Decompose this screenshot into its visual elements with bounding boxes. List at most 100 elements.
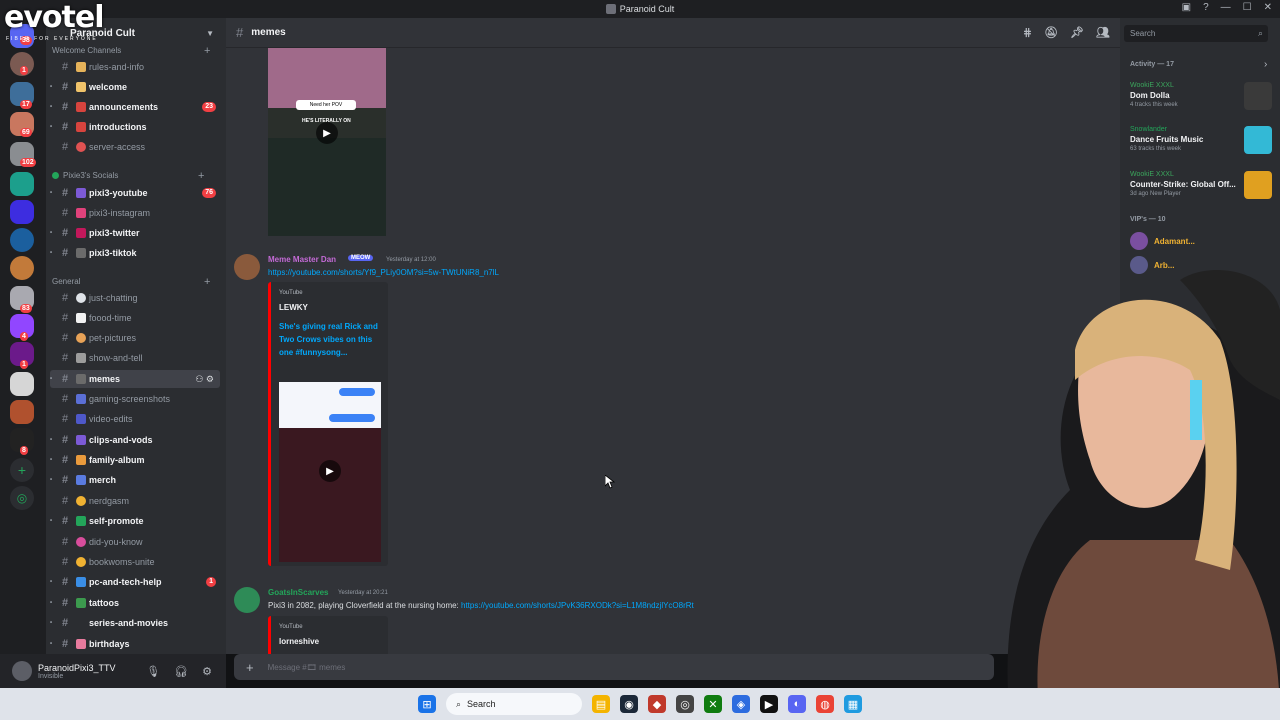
hash-icon: #	[61, 556, 69, 568]
gear-icon[interactable]: ⚙	[206, 374, 214, 384]
add-channel-icon[interactable]: +	[198, 170, 204, 182]
taskbar-search[interactable]: ⌕ Search	[446, 693, 582, 715]
gear-icon[interactable]: ⚙	[202, 665, 212, 678]
terminal-icon[interactable]: ▶	[760, 695, 778, 713]
windows-start-icon[interactable]: ⊞	[418, 695, 436, 713]
explore-icon[interactable]: ◎	[10, 486, 34, 510]
activity-card[interactable]: WookiE XXXL Dom Dolla 4 tracks this week	[1130, 82, 1272, 122]
notifications-icon[interactable]: 🔕︎	[1044, 26, 1058, 39]
video-thumbnail[interactable]: Need her POV HE'S LITERALLY ON ▶	[268, 48, 386, 236]
headphones-icon[interactable]: 🎧︎	[174, 665, 188, 678]
pin-icon[interactable]: 📌︎	[1070, 26, 1084, 39]
channel-name: video-edits	[89, 414, 133, 424]
channel-item[interactable]: • # birthdays	[50, 635, 220, 653]
server-icon[interactable]	[10, 200, 34, 224]
channel-item[interactable]: • # pc-and-tech-help 1	[50, 573, 220, 591]
hash-icon: #	[61, 352, 69, 364]
speech-emoji-icon	[76, 293, 86, 303]
embed-title[interactable]: LEWKY	[279, 303, 308, 312]
add-server-icon[interactable]: +	[10, 458, 34, 482]
avatar[interactable]	[234, 587, 260, 613]
file-explorer-icon[interactable]: ▤	[592, 695, 610, 713]
xbox-icon[interactable]: ✕	[704, 695, 722, 713]
user-status: Invisible	[38, 672, 64, 680]
server-icon[interactable]	[10, 256, 34, 280]
inbox-icon[interactable]: ▣	[1182, 2, 1191, 13]
message-author[interactable]: GoatsInScarves	[268, 588, 328, 597]
channel-item[interactable]: • # self-promote	[50, 512, 220, 530]
channel-item[interactable]: # server-access	[50, 138, 220, 156]
message-composer[interactable]: + Message #🎞 memes	[234, 654, 994, 680]
search-input[interactable]: Search ⌕	[1124, 25, 1268, 42]
channel-item[interactable]: • # pixi3-twitter	[50, 224, 220, 242]
channel-item[interactable]: # just-chatting	[50, 289, 220, 307]
microphone-icon[interactable]: 🎙︎	[146, 665, 160, 678]
channel-item[interactable]: • # pixi3-youtube 76	[50, 184, 220, 202]
server-icon[interactable]	[10, 172, 34, 196]
category-general[interactable]: General +	[52, 276, 210, 288]
message-link[interactable]: https://youtube.com/shorts/JPvK36RXODk?s…	[461, 601, 694, 610]
channel-item[interactable]: # gaming-screenshots	[50, 390, 220, 408]
add-member-icon[interactable]: ⚇	[195, 374, 203, 384]
channel-item[interactable]: • # clips-and-vods	[50, 431, 220, 449]
minimize-icon[interactable]: —	[1221, 2, 1231, 13]
server-icon[interactable]	[10, 372, 34, 396]
channel-item[interactable]: • # tattoos	[50, 594, 220, 612]
message-link[interactable]: https://youtube.com/shorts/Yf9_PLiy0OM?s…	[268, 268, 499, 277]
server-icon[interactable]	[10, 228, 34, 252]
channel-item[interactable]: • # welcome	[50, 78, 220, 96]
channel-item[interactable]: # nerdgasm	[50, 492, 220, 510]
play-icon[interactable]: ▶	[319, 460, 341, 482]
play-icon[interactable]: ▶	[316, 122, 338, 144]
steam-icon[interactable]: ◉	[620, 695, 638, 713]
hash-icon: #	[61, 638, 69, 650]
channel-item[interactable]: # video-edits	[50, 410, 220, 428]
channel-item[interactable]: # pixi3-instagram	[50, 204, 220, 222]
user-info[interactable]: ParanoidPixi3_TTV Invisible	[32, 663, 116, 680]
channel-item[interactable]: • # memes ⚇ ⚙	[50, 370, 220, 388]
members-icon[interactable]: 👥︎	[1096, 26, 1110, 39]
activity-card[interactable]: WookiE XXXL Counter-Strike: Global Off..…	[1130, 171, 1272, 211]
chevron-right-icon[interactable]: ›	[1264, 59, 1267, 70]
maximize-icon[interactable]: ☐	[1243, 2, 1252, 13]
channel-item[interactable]: • # merch	[50, 471, 220, 489]
embed-title[interactable]: lorneshive	[279, 637, 319, 646]
server-icon[interactable]	[10, 400, 34, 424]
channel-item[interactable]: # did-you-know	[50, 533, 220, 551]
channel-item[interactable]: • # introductions	[50, 118, 220, 136]
threads-icon[interactable]: ⋕	[1023, 26, 1032, 39]
avatar[interactable]	[234, 254, 260, 280]
avatar[interactable]	[12, 661, 32, 681]
activity-card[interactable]: Snowlander Dance Fruits Music 63 tracks …	[1130, 126, 1272, 166]
app-icon[interactable]: ◈	[732, 695, 750, 713]
channel-item[interactable]: # show-and-tell	[50, 349, 220, 367]
channel-item[interactable]: # bookwoms-unite	[50, 553, 220, 571]
video-thumbnail[interactable]: ▶	[279, 382, 381, 562]
channel-name: family-album	[89, 455, 145, 465]
server-icon	[605, 4, 616, 14]
category-socials[interactable]: Pixie3's Socials +	[52, 170, 204, 182]
server-badge: 8	[20, 446, 28, 455]
help-icon[interactable]: ?	[1203, 2, 1209, 13]
channel-name: pixi3-youtube	[89, 188, 148, 198]
notepad-icon[interactable]: ▦	[844, 695, 862, 713]
sparkle-emoji-icon	[76, 516, 86, 526]
channel-item[interactable]: • # announcements 23	[50, 98, 220, 116]
add-channel-icon[interactable]: +	[204, 45, 210, 57]
embed-description[interactable]: She's giving real Rick and Two Crows vib…	[279, 320, 383, 359]
channel-item[interactable]: • # family-album	[50, 451, 220, 469]
add-attachment-icon[interactable]: +	[246, 660, 254, 675]
add-channel-icon[interactable]: +	[204, 276, 210, 288]
close-icon[interactable]: ✕	[1264, 2, 1272, 13]
channel-item[interactable]: • # pixi3-tiktok	[50, 244, 220, 262]
category-welcome[interactable]: Welcome Channels +	[52, 45, 210, 57]
message-author[interactable]: Meme Master Dan	[268, 255, 336, 264]
channel-item[interactable]: # pet-pictures	[50, 329, 220, 347]
channel-item[interactable]: • # series-and-movies	[50, 614, 220, 632]
channel-item[interactable]: # rules-and-info	[50, 58, 220, 76]
chrome-icon[interactable]: ◍	[816, 695, 834, 713]
obs-icon[interactable]: ◎	[676, 695, 694, 713]
app-icon[interactable]: ◆	[648, 695, 666, 713]
discord-icon[interactable]: ◐	[788, 695, 806, 713]
channel-item[interactable]: # foood-time	[50, 309, 220, 327]
